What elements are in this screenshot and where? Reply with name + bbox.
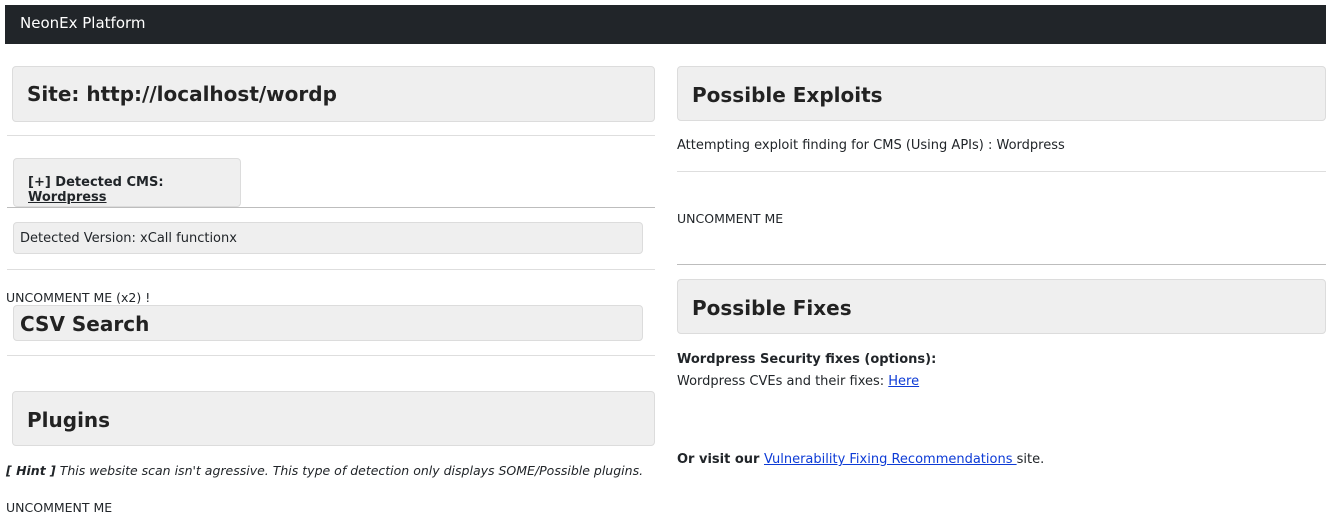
divider <box>7 135 655 136</box>
cves-text: Wordpress CVEs and their fixes: <box>677 374 889 389</box>
hint-label: [ Hint ] <box>6 463 56 478</box>
site-panel: Site: http://localhost/wordp <box>12 66 655 122</box>
csv-search-panel: CSV Search <box>13 305 643 341</box>
uncomment-x2-text: UNCOMMENT ME (x2) ! <box>6 290 151 305</box>
hint-text: [ Hint ] This website scan isn't agressi… <box>6 463 643 478</box>
fixes-title: Wordpress Security fixes (options): <box>677 352 937 367</box>
plugins-heading: Plugins <box>27 408 111 432</box>
version-text: Detected Version: xCall functionx <box>20 231 237 246</box>
cms-name-link[interactable]: Wordpress <box>28 190 107 205</box>
cms-prefix: [+] Detected CMS: <box>28 175 164 190</box>
divider <box>677 171 1326 172</box>
csv-search-heading: CSV Search <box>20 312 150 336</box>
uncomment-bottom-text: UNCOMMENT ME <box>6 500 113 515</box>
cves-line: Wordpress CVEs and their fixes: Here <box>677 374 919 389</box>
visit-line: Or visit our Vulnerability Fixing Recomm… <box>677 452 1044 467</box>
exploits-panel: Possible Exploits <box>677 66 1326 121</box>
cves-here-link[interactable]: Here <box>888 374 919 389</box>
navbar: NeonEx Platform <box>5 5 1326 44</box>
vuln-recommendations-link[interactable]: Vulnerability Fixing Recommendations <box>764 452 1017 467</box>
visit-prefix: Or visit our <box>677 452 764 467</box>
version-panel: Detected Version: xCall functionx <box>13 222 643 254</box>
visit-suffix: site. <box>1016 452 1045 467</box>
uncomment-right-text: UNCOMMENT ME <box>677 211 784 226</box>
hint-body: This website scan isn't agressive. This … <box>55 463 644 478</box>
divider <box>677 264 1326 265</box>
fixes-heading: Possible Fixes <box>692 296 852 320</box>
exploits-heading: Possible Exploits <box>692 83 883 107</box>
navbar-brand[interactable]: NeonEx Platform <box>20 14 146 32</box>
exploit-text: Attempting exploit finding for CMS (Usin… <box>677 138 1065 153</box>
cms-panel: [+] Detected CMS: Wordpress <box>13 158 241 207</box>
plugins-panel: Plugins <box>12 391 655 446</box>
divider <box>7 269 655 270</box>
divider <box>7 207 655 208</box>
site-heading: Site: http://localhost/wordp <box>27 82 337 106</box>
fixes-panel: Possible Fixes <box>677 279 1326 334</box>
divider <box>7 355 655 356</box>
